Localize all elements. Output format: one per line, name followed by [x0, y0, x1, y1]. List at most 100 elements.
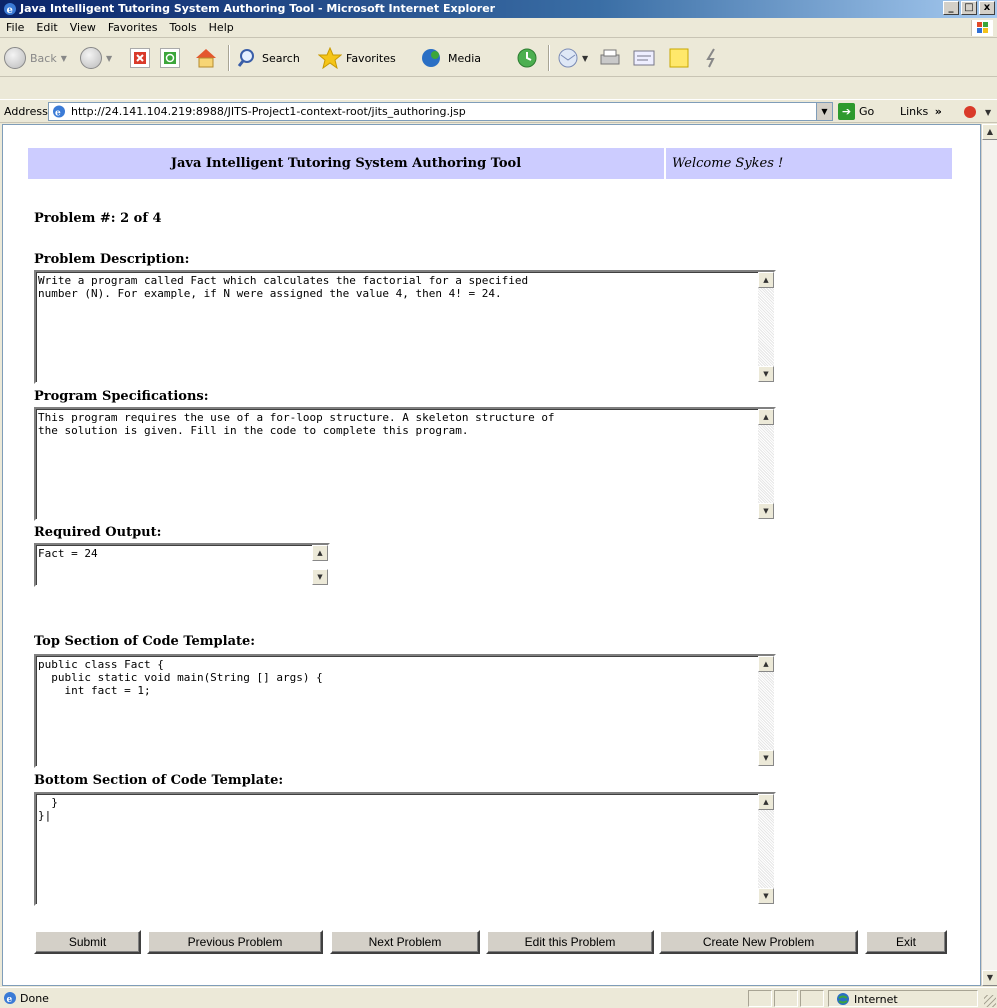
minimize-button[interactable]: _ [943, 1, 959, 15]
top-template-label: Top Section of Code Template: [34, 634, 256, 649]
output-label: Required Output: [34, 525, 162, 540]
scroll-up-icon[interactable]: ▲ [758, 656, 774, 672]
specifications-scrollbar[interactable]: ▲ ▼ [758, 409, 774, 519]
maximize-button[interactable]: □ [961, 1, 977, 15]
address-url: http://24.141.104.219:8988/JITS-Project1… [71, 105, 466, 118]
edit-button[interactable] [632, 47, 656, 69]
home-button[interactable] [193, 47, 219, 69]
top-template-scrollbar[interactable]: ▲ ▼ [758, 656, 774, 766]
status-bar: e Done Internet [0, 987, 997, 1008]
svg-text:▼: ▼ [985, 108, 992, 117]
page-scroll-down-icon[interactable]: ▼ [982, 970, 997, 986]
menu-favorites[interactable]: Favorites [102, 18, 164, 38]
edit-problem-button[interactable]: Edit this Problem [486, 930, 654, 954]
search-button[interactable]: Search [236, 47, 300, 69]
note-icon [669, 48, 689, 68]
print-button[interactable] [598, 47, 622, 69]
scroll-up-icon[interactable]: ▲ [312, 545, 328, 561]
resize-grip[interactable] [984, 995, 996, 1007]
page-scrollbar[interactable]: ▲ ▼ [981, 124, 997, 986]
go-label: Go [859, 105, 875, 118]
top-template-text: public class Fact { public static void m… [38, 658, 323, 697]
page-scroll-up-icon[interactable]: ▲ [982, 124, 997, 140]
menu-edit[interactable]: Edit [30, 18, 63, 38]
home-icon [196, 49, 216, 68]
address-bar: Address e http://24.141.104.219:8988/JIT… [0, 99, 997, 123]
menu-bar: File Edit View Favorites Tools Help [0, 18, 997, 38]
title-bar: e Java Intelligent Tutoring System Autho… [0, 0, 997, 18]
welcome-message: Welcome Sykes ! [672, 156, 784, 171]
media-button[interactable]: Media [420, 47, 481, 69]
svg-text:e: e [7, 995, 13, 1005]
back-button[interactable]: Back ▼ [4, 47, 67, 69]
media-icon [422, 49, 440, 67]
history-button[interactable] [515, 47, 539, 69]
favorites-button[interactable]: Favorites [318, 47, 396, 69]
output-textarea[interactable]: Fact = 24 ▲ ▼ [34, 543, 330, 587]
messenger-button[interactable] [700, 47, 724, 69]
search-label: Search [262, 51, 300, 65]
close-button[interactable]: x [979, 1, 995, 15]
browser-window: e Java Intelligent Tutoring System Autho… [0, 0, 997, 1008]
links-label: Links [900, 105, 929, 118]
links-button[interactable]: Links » [900, 105, 942, 118]
bottom-template-scrollbar[interactable]: ▲ ▼ [758, 794, 774, 904]
search-icon [237, 49, 254, 67]
menu-help[interactable]: Help [203, 18, 240, 38]
submit-button[interactable]: Submit [34, 930, 141, 954]
description-textarea[interactable]: Write a program called Fact which calcul… [34, 270, 776, 384]
top-template-textarea[interactable]: public class Fact { public static void m… [34, 654, 776, 768]
description-label: Problem Description: [34, 252, 190, 267]
specifications-textarea[interactable]: This program requires the use of a for-l… [34, 407, 776, 521]
app-title: Java Intelligent Tutoring System Authori… [170, 156, 522, 171]
scroll-up-icon[interactable]: ▲ [758, 409, 774, 425]
mail-icon [558, 48, 578, 68]
app-header: Java Intelligent Tutoring System Authori… [28, 148, 952, 179]
forward-button[interactable]: ▼ [80, 47, 112, 69]
print-icon [600, 49, 620, 65]
go-button[interactable]: ➔ Go [838, 103, 874, 120]
description-scrollbar[interactable]: ▲ ▼ [758, 272, 774, 382]
page-icon: e [53, 105, 65, 119]
scroll-down-icon[interactable]: ▼ [758, 503, 774, 519]
refresh-button[interactable] [160, 47, 180, 69]
scroll-down-icon[interactable]: ▼ [758, 888, 774, 904]
status-text: Done [20, 992, 49, 1005]
svg-text:e: e [55, 109, 61, 119]
extension-icon: ▼ [964, 106, 992, 118]
description-text: Write a program called Fact which calcul… [38, 274, 529, 300]
scroll-down-icon[interactable]: ▼ [758, 366, 774, 382]
media-label: Media [448, 51, 482, 65]
windows-flag-icon [971, 20, 993, 36]
menu-file[interactable]: File [0, 18, 30, 38]
mail-button[interactable]: ▼ [556, 47, 588, 69]
bottom-template-textarea[interactable]: } }| ▲ ▼ [34, 792, 776, 906]
edit-page-icon [633, 50, 655, 66]
scroll-down-icon[interactable]: ▼ [758, 750, 774, 766]
scroll-up-icon[interactable]: ▲ [758, 272, 774, 288]
create-problem-button[interactable]: Create New Problem [659, 930, 858, 954]
bottom-template-label: Bottom Section of Code Template: [34, 773, 284, 788]
go-arrow-icon: ➔ [838, 103, 855, 120]
favorites-label: Favorites [346, 51, 396, 65]
stop-button[interactable] [130, 47, 150, 69]
address-dropdown-icon[interactable]: ▼ [816, 103, 832, 120]
toolbar-extension[interactable]: ▼ [956, 103, 994, 121]
refresh-icon [160, 48, 180, 68]
page-done-icon: e [4, 992, 16, 1005]
ie-logo-icon: e [4, 3, 16, 16]
previous-problem-button[interactable]: Previous Problem [147, 930, 323, 954]
discuss-button[interactable] [667, 47, 691, 69]
output-scrollbar[interactable]: ▲ ▼ [312, 545, 328, 585]
scroll-up-icon[interactable]: ▲ [758, 794, 774, 810]
next-problem-button[interactable]: Next Problem [330, 930, 480, 954]
menu-tools[interactable]: Tools [164, 18, 203, 38]
address-label: Address [4, 105, 48, 118]
zone-label: Internet [854, 992, 898, 1006]
address-input[interactable]: e http://24.141.104.219:8988/JITS-Projec… [48, 102, 833, 121]
scroll-down-icon[interactable]: ▼ [312, 569, 328, 585]
security-zone: Internet [836, 992, 898, 1006]
exit-button[interactable]: Exit [865, 930, 947, 954]
menu-view[interactable]: View [64, 18, 102, 38]
output-text: Fact = 24 [38, 547, 98, 560]
